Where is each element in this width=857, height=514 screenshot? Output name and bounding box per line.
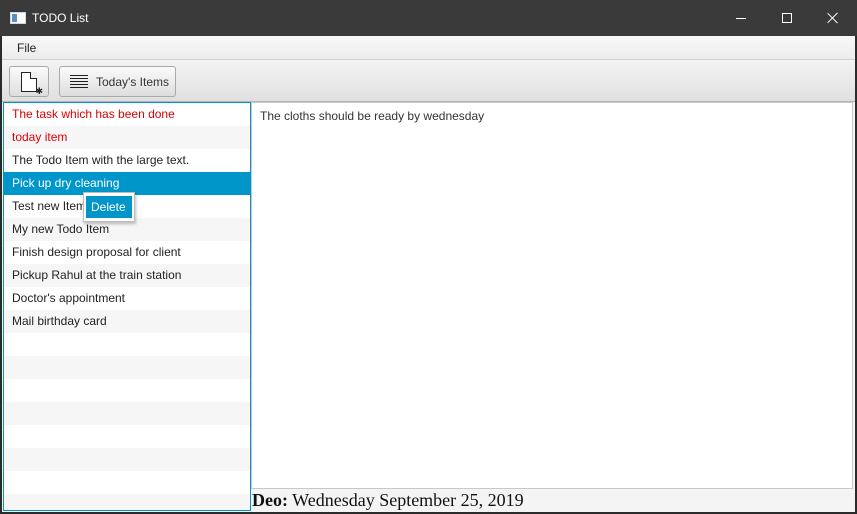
deadline-value: Wednesday September 25, 2019	[292, 490, 524, 510]
item-details-text: The cloths should be ready by wednesday	[260, 109, 485, 123]
close-button[interactable]	[810, 0, 856, 36]
delete-menu-item[interactable]: Delete	[86, 196, 132, 218]
title-bar[interactable]: TODO List	[0, 0, 857, 36]
context-menu: Delete	[83, 192, 135, 222]
maximize-button[interactable]	[764, 0, 810, 36]
list-item[interactable]: today item	[4, 126, 250, 149]
new-document-icon	[21, 71, 43, 97]
empty-list-row	[4, 448, 250, 471]
empty-list-row	[4, 494, 250, 510]
new-item-button[interactable]	[9, 66, 49, 97]
empty-list-row	[4, 402, 250, 425]
deadline-label: Deo:	[252, 490, 288, 510]
list-item[interactable]: Pickup Rahul at the train station	[4, 264, 250, 287]
menu-bar: File	[2, 36, 855, 60]
minimize-icon	[736, 17, 746, 19]
empty-list-row	[4, 333, 250, 356]
todo-list[interactable]: The task which has been done today item Th…	[3, 102, 251, 511]
toolbar: Today's Items	[2, 60, 855, 102]
minimize-button[interactable]	[718, 0, 764, 36]
todays-items-button[interactable]: Today's Items	[59, 66, 176, 97]
window-title: TODO List	[32, 11, 89, 25]
list-item[interactable]: Mail birthday card	[4, 310, 250, 333]
deadline: Deo: Wednesday September 25, 2019	[252, 489, 524, 511]
menu-file[interactable]: File	[9, 40, 44, 56]
empty-list-row	[4, 356, 250, 379]
list-item[interactable]: Doctor's appointment	[4, 287, 250, 310]
app-icon	[10, 12, 26, 24]
list-item[interactable]: The task which has been done	[4, 103, 250, 126]
align-lines-icon	[70, 74, 88, 89]
todays-items-label: Today's Items	[96, 74, 169, 89]
empty-list-row	[4, 379, 250, 402]
close-icon	[827, 12, 839, 24]
list-item[interactable]: Finish design proposal for client	[4, 241, 250, 264]
maximize-icon	[782, 13, 792, 23]
client-area: File Today's Items The task which has be…	[2, 36, 855, 512]
list-item[interactable]: The Todo Item with the large text.	[4, 149, 250, 172]
item-details-area[interactable]: The cloths should be ready by wednesday	[251, 102, 853, 489]
empty-list-row	[4, 471, 250, 494]
empty-list-row	[4, 425, 250, 448]
app-window: TODO List File Today's Items The ta	[0, 0, 857, 514]
